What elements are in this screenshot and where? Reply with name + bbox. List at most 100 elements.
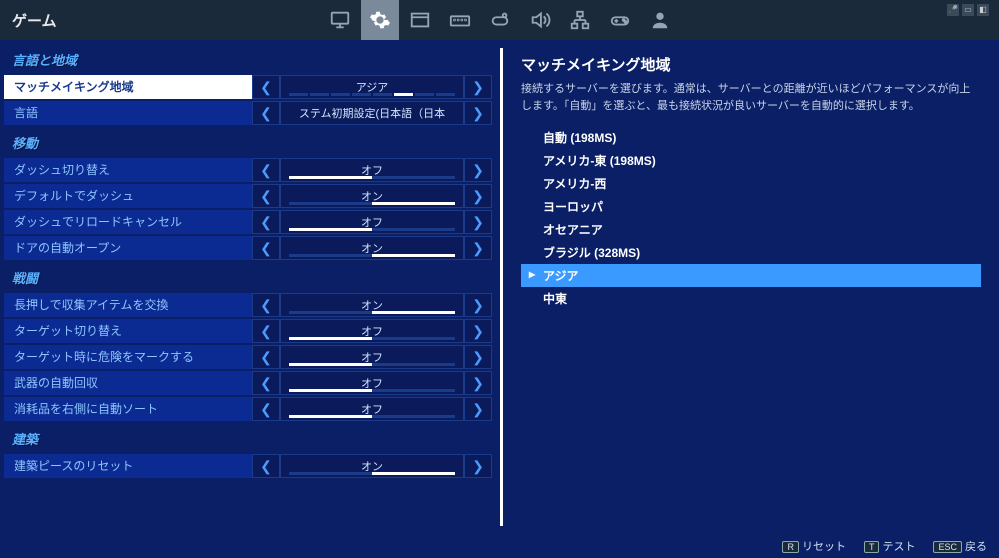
arrow-left-icon[interactable]: ❮ — [252, 75, 280, 99]
screen-indicator-icon: ▭ — [962, 4, 974, 16]
value-selector: ❮オフ❯ — [252, 345, 492, 369]
value-selector: ❮オン❯ — [252, 184, 492, 208]
footer-hints: Rリセット Tテスト ESC戻る — [770, 534, 999, 558]
region-item[interactable]: アジア — [521, 264, 981, 287]
window-icon[interactable] — [401, 0, 439, 40]
region-item[interactable]: アメリカ-東 (198MS) — [521, 149, 981, 172]
setting-row[interactable]: 建築ピースのリセット❮オン❯ — [4, 454, 492, 478]
mic-indicator-icon: 🎤 — [947, 4, 959, 16]
setting-row[interactable]: マッチメイキング地域❮アジア❯ — [4, 75, 492, 99]
monitor-icon[interactable] — [321, 0, 359, 40]
setting-row[interactable]: ダッシュでリロードキャンセル❮オフ❯ — [4, 210, 492, 234]
value-selector: ❮オン❯ — [252, 293, 492, 317]
arrow-right-icon[interactable]: ❯ — [464, 210, 492, 234]
setting-label: デフォルトでダッシュ — [4, 184, 252, 208]
region-list: 自動 (198MS)アメリカ-東 (198MS)アメリカ-西ヨーロッパオセアニア… — [521, 126, 981, 310]
arrow-right-icon[interactable]: ❯ — [464, 397, 492, 421]
setting-row[interactable]: デフォルトでダッシュ❮オン❯ — [4, 184, 492, 208]
value-selector: ❮オフ❯ — [252, 210, 492, 234]
arrow-right-icon[interactable]: ❯ — [464, 371, 492, 395]
setting-label: 武器の自動回収 — [4, 371, 252, 395]
region-item[interactable]: アメリカ-西 — [521, 172, 981, 195]
setting-row[interactable]: ターゲット時に危険をマークする❮オフ❯ — [4, 345, 492, 369]
keyboard-icon[interactable] — [441, 0, 479, 40]
arrow-right-icon[interactable]: ❯ — [464, 454, 492, 478]
setting-row[interactable]: 長押しで収集アイテムを交換❮オン❯ — [4, 293, 492, 317]
arrow-right-icon[interactable]: ❯ — [464, 101, 492, 125]
setting-row[interactable]: 消耗品を右側に自動ソート❮オフ❯ — [4, 397, 492, 421]
arrow-left-icon[interactable]: ❮ — [252, 371, 280, 395]
value-selector: ❮オフ❯ — [252, 397, 492, 421]
arrow-left-icon[interactable]: ❮ — [252, 319, 280, 343]
value-selector: ❮オン❯ — [252, 454, 492, 478]
reset-key: R — [782, 541, 799, 553]
value-selector: ❮オフ❯ — [252, 158, 492, 182]
value-selector: ❮オフ❯ — [252, 319, 492, 343]
arrow-left-icon[interactable]: ❮ — [252, 210, 280, 234]
setting-label: 消耗品を右側に自動ソート — [4, 397, 252, 421]
region-item[interactable]: オセアニア — [521, 218, 981, 241]
back-hint: ESC戻る — [933, 538, 987, 554]
setting-row[interactable]: 言語❮ステム初期設定(日本語（日本❯ — [4, 101, 492, 125]
arrow-left-icon[interactable]: ❮ — [252, 293, 280, 317]
value-selector: ❮オフ❯ — [252, 371, 492, 395]
setting-value: オフ — [280, 397, 464, 421]
setting-row[interactable]: ターゲット切り替え❮オフ❯ — [4, 319, 492, 343]
value-selector: ❮アジア❯ — [252, 75, 492, 99]
audio-icon[interactable] — [521, 0, 559, 40]
arrow-left-icon[interactable]: ❮ — [252, 454, 280, 478]
setting-label: ダッシュ切り替え — [4, 158, 252, 182]
arrow-left-icon[interactable]: ❮ — [252, 345, 280, 369]
account-icon[interactable] — [641, 0, 679, 40]
back-key: ESC — [933, 541, 962, 553]
setting-value: オン — [280, 236, 464, 260]
region-item[interactable]: 自動 (198MS) — [521, 126, 981, 149]
setting-row[interactable]: ドアの自動オープン❮オン❯ — [4, 236, 492, 260]
setting-value: オフ — [280, 371, 464, 395]
setting-label: ターゲット時に危険をマークする — [4, 345, 252, 369]
section-header: 戦闘 — [4, 262, 492, 293]
setting-label: ターゲット切り替え — [4, 319, 252, 343]
reset-hint: Rリセット — [782, 538, 846, 554]
region-item[interactable]: ブラジル (328MS) — [521, 241, 981, 264]
detail-description: 接続するサーバーを選びます。通常は、サーバーとの距離が近いほどパフォーマンスが向… — [521, 81, 981, 114]
controller-icon[interactable] — [601, 0, 639, 40]
setting-value: アジア — [280, 75, 464, 99]
arrow-left-icon[interactable]: ❮ — [252, 397, 280, 421]
window-indicator-icon: ◧ — [977, 4, 989, 16]
value-selector: ❮ステム初期設定(日本語（日本❯ — [252, 101, 492, 125]
setting-label: ドアの自動オープン — [4, 236, 252, 260]
arrow-right-icon[interactable]: ❯ — [464, 293, 492, 317]
section-header: 建築 — [4, 423, 492, 454]
arrow-right-icon[interactable]: ❯ — [464, 184, 492, 208]
region-item[interactable]: 中東 — [521, 287, 981, 310]
setting-label: マッチメイキング地域 — [4, 75, 252, 99]
arrow-right-icon[interactable]: ❯ — [464, 236, 492, 260]
arrow-right-icon[interactable]: ❯ — [464, 158, 492, 182]
setting-row[interactable]: ダッシュ切り替え❮オフ❯ — [4, 158, 492, 182]
setting-value: オフ — [280, 210, 464, 234]
setting-label: 言語 — [4, 101, 252, 125]
main-area: 言語と地域マッチメイキング地域❮アジア❯言語❮ステム初期設定(日本語（日本❯移動… — [0, 40, 999, 534]
setting-value: ステム初期設定(日本語（日本 — [280, 101, 464, 125]
test-hint: Tテスト — [864, 538, 916, 554]
setting-value: オン — [280, 293, 464, 317]
arrow-left-icon[interactable]: ❮ — [252, 236, 280, 260]
arrow-left-icon[interactable]: ❮ — [252, 184, 280, 208]
arrow-left-icon[interactable]: ❮ — [252, 158, 280, 182]
arrow-right-icon[interactable]: ❯ — [464, 75, 492, 99]
arrow-right-icon[interactable]: ❯ — [464, 345, 492, 369]
setting-value: オフ — [280, 345, 464, 369]
region-item[interactable]: ヨーロッパ — [521, 195, 981, 218]
setting-value: オフ — [280, 158, 464, 182]
page-title: ゲーム — [12, 10, 57, 31]
detail-title: マッチメイキング地域 — [521, 54, 981, 75]
controller-config-icon[interactable] — [481, 0, 519, 40]
setting-row[interactable]: 武器の自動回収❮オフ❯ — [4, 371, 492, 395]
gear-icon[interactable] — [361, 0, 399, 40]
arrow-right-icon[interactable]: ❯ — [464, 319, 492, 343]
value-selector: ❮オン❯ — [252, 236, 492, 260]
detail-panel: マッチメイキング地域 接続するサーバーを選びます。通常は、サーバーとの距離が近い… — [503, 40, 999, 534]
network-icon[interactable] — [561, 0, 599, 40]
arrow-left-icon[interactable]: ❮ — [252, 101, 280, 125]
